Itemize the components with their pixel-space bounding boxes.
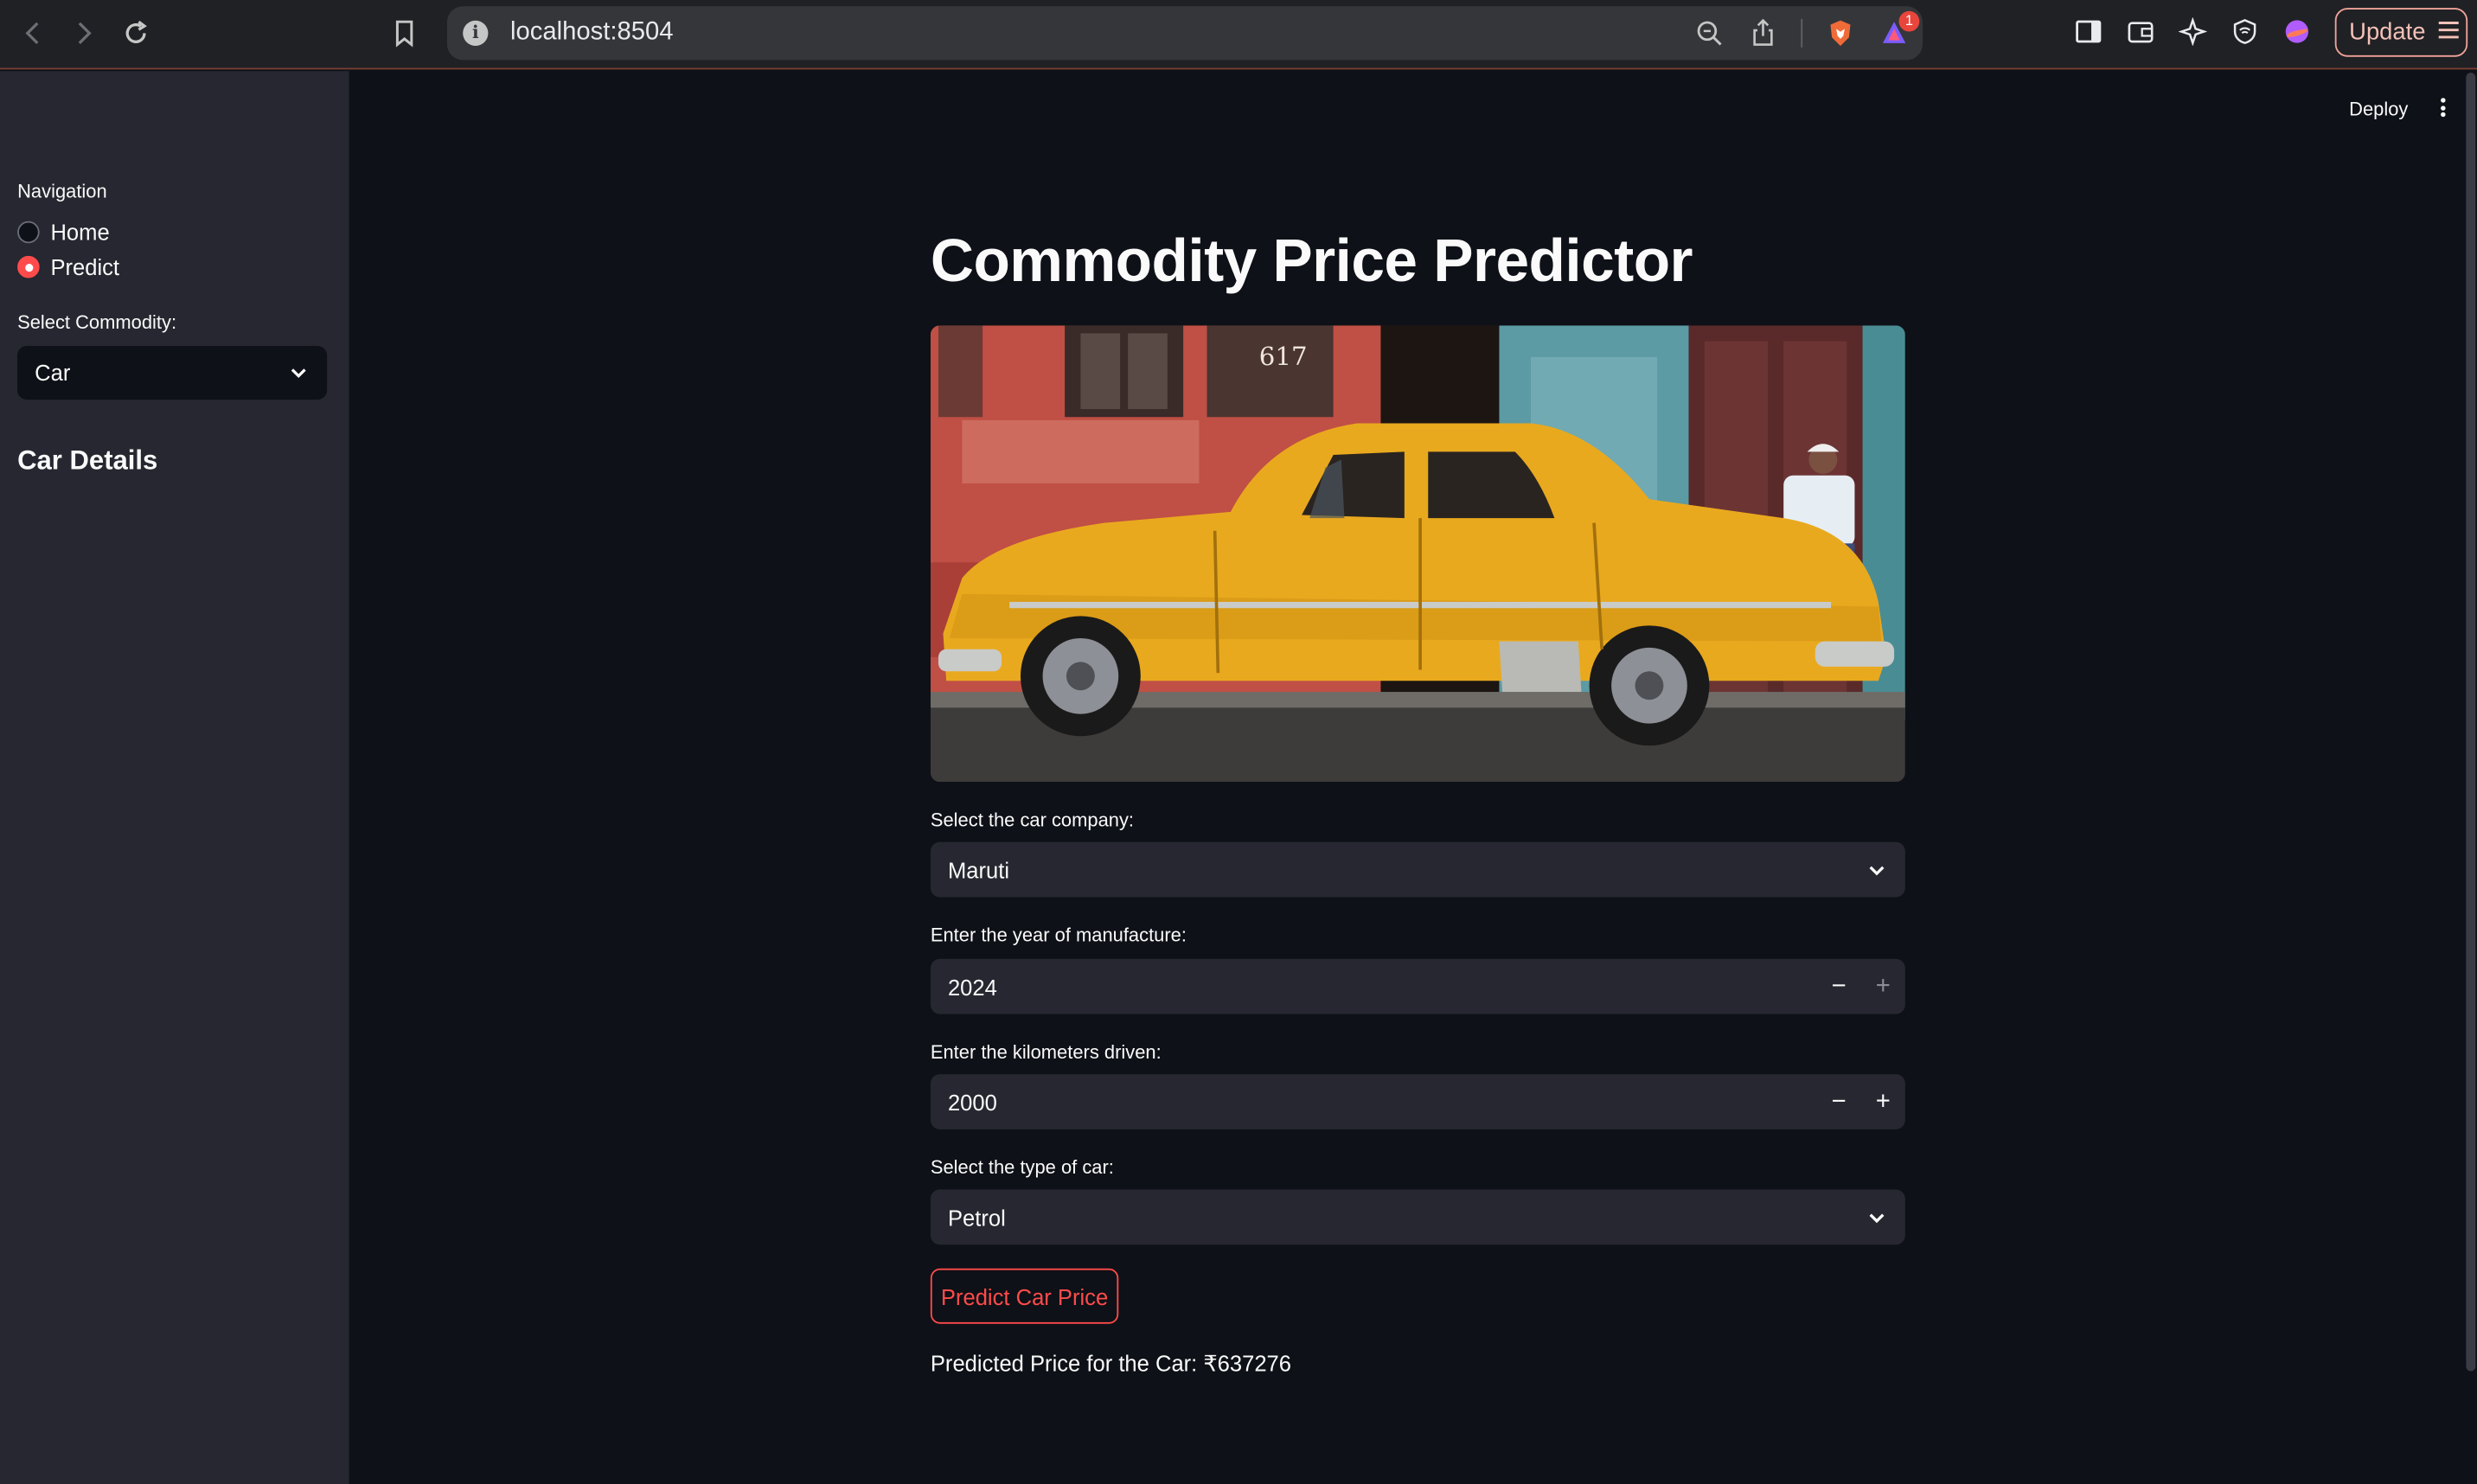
profile-avatar-icon[interactable]: [2282, 16, 2314, 48]
nav-option-label: Home: [50, 219, 110, 246]
nav-option-home[interactable]: Home: [17, 220, 110, 245]
site-info-icon[interactable]: i: [463, 20, 489, 46]
predicted-price-text: Predicted Price for the Car: ₹637276: [930, 1350, 1292, 1376]
scrollbar[interactable]: [2466, 73, 2476, 1372]
navigation-label: Navigation: [17, 180, 107, 202]
year-increment-button[interactable]: +: [1861, 959, 1905, 1014]
nav-option-label: Predict: [50, 254, 120, 280]
km-increment-button[interactable]: +: [1861, 1074, 1905, 1129]
type-label: Select the type of car:: [930, 1156, 1114, 1179]
predict-car-price-button[interactable]: Predict Car Price: [930, 1268, 1119, 1324]
nav-option-predict[interactable]: Predict: [17, 254, 119, 279]
vpn-icon[interactable]: [2229, 16, 2261, 48]
km-value[interactable]: 2000: [948, 1089, 1817, 1114]
sidebar: Navigation Home Predict Select Commodity…: [0, 71, 349, 1484]
year-decrement-button[interactable]: −: [1817, 959, 1861, 1014]
company-value: Maruti: [947, 856, 1010, 883]
km-decrement-button[interactable]: −: [1817, 1074, 1861, 1129]
chevron-down-icon: [287, 361, 310, 384]
notification-badge: 1: [1898, 10, 1920, 32]
commodity-label: Select Commodity:: [17, 310, 177, 334]
company-select[interactable]: Maruti: [930, 841, 1905, 898]
radio-predict[interactable]: [17, 255, 40, 278]
car-image: 617: [930, 325, 1905, 783]
deploy-button[interactable]: Deploy: [2349, 98, 2408, 120]
address-bar[interactable]: i localhost:8504 1: [446, 6, 1923, 61]
radio-home[interactable]: [17, 221, 40, 244]
car-details-heading: Car Details: [17, 445, 158, 476]
forward-icon[interactable]: [68, 17, 100, 49]
browser-toolbar: i localhost:8504 1 Update: [0, 0, 2477, 70]
divider: [1801, 18, 1803, 48]
brave-rewards-icon[interactable]: 1: [1879, 10, 1920, 49]
chevron-down-icon: [1866, 1206, 1888, 1229]
year-value[interactable]: 2024: [948, 974, 1817, 999]
type-select[interactable]: Petrol: [930, 1189, 1905, 1245]
wall-sign-text: 617: [1259, 342, 1308, 371]
company-label: Select the car company:: [930, 809, 1135, 831]
leo-ai-icon[interactable]: [2177, 16, 2209, 48]
chevron-down-icon: [1866, 859, 1888, 881]
km-label: Enter the kilometers driven:: [930, 1040, 1162, 1064]
back-icon[interactable]: [17, 17, 49, 49]
commodity-select[interactable]: Car: [17, 346, 328, 400]
update-label: Update: [2349, 18, 2426, 46]
km-input[interactable]: 2000 − +: [930, 1074, 1905, 1130]
zoom-icon[interactable]: [1693, 17, 1725, 49]
sidebar-toggle-icon[interactable]: [2072, 16, 2104, 48]
type-value: Petrol: [947, 1204, 1006, 1231]
year-label: Enter the year of manufacture:: [930, 924, 1187, 947]
page-title: Commodity Price Predictor: [930, 228, 1693, 296]
reload-icon[interactable]: [120, 17, 152, 49]
update-button[interactable]: Update: [2334, 8, 2468, 57]
url-text[interactable]: localhost:8504: [510, 19, 673, 48]
year-input[interactable]: 2024 − +: [930, 958, 1905, 1014]
menu-icon: [2435, 15, 2463, 49]
wallet-icon[interactable]: [2125, 16, 2157, 48]
more-options-icon[interactable]: [2433, 95, 2452, 120]
bookmark-icon[interactable]: [388, 17, 420, 49]
brave-shield-icon[interactable]: [1825, 17, 1857, 49]
share-icon[interactable]: [1747, 17, 1779, 49]
commodity-value: Car: [35, 360, 71, 386]
